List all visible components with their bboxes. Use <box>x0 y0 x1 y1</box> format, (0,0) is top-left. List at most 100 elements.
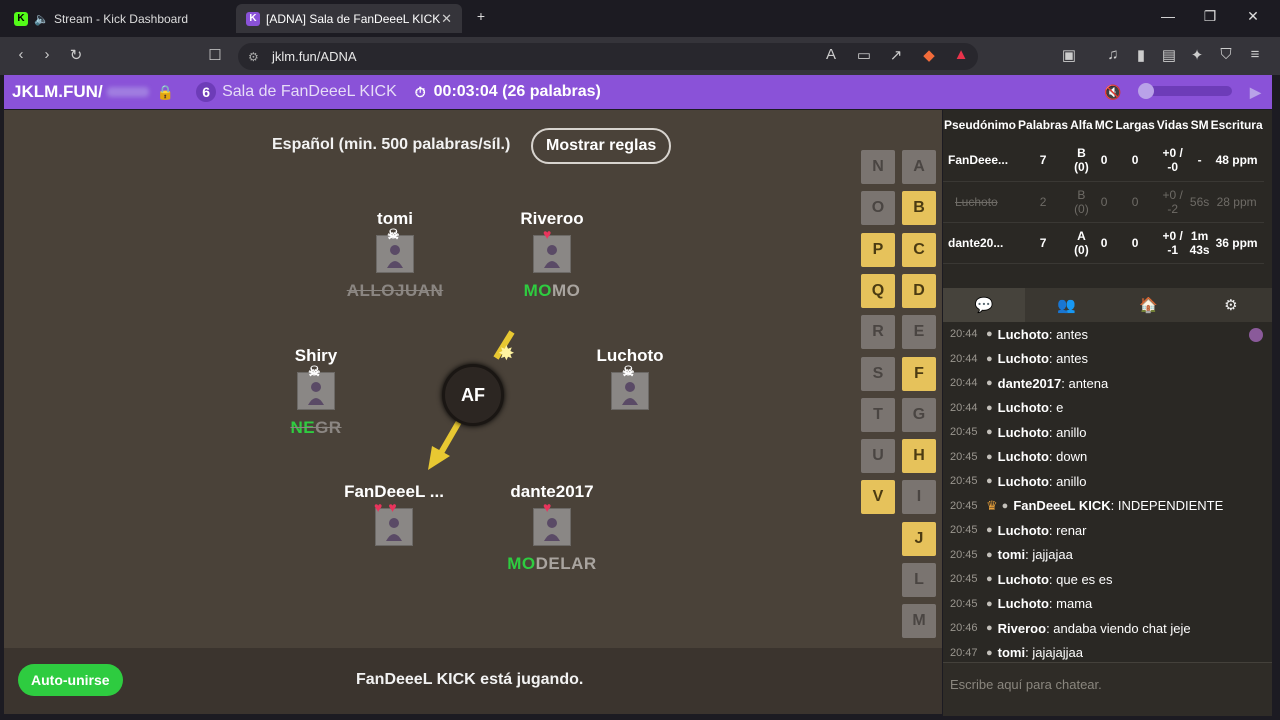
vpn-icon[interactable]: ⛉ <box>1215 46 1237 63</box>
site-link[interactable]: JKLM.FUN/ <box>12 82 103 102</box>
restore-button[interactable]: ❐ <box>1195 8 1225 25</box>
tab-title: Stream - Kick Dashboard <box>53 11 189 26</box>
timer-icon: ⏱ <box>414 83 426 100</box>
col-header: Pseudónimo <box>943 110 1018 140</box>
letter-q: Q <box>861 273 895 308</box>
sidebar-toggle-icon[interactable]: ▣ <box>1058 46 1080 64</box>
chat-username[interactable]: Luchoto <box>998 351 1049 366</box>
chat-tab-icon[interactable]: 💬 <box>943 288 1026 322</box>
letter-r: R <box>861 315 895 350</box>
panel-icon[interactable]: ▮ <box>1130 46 1152 64</box>
extensions-icon[interactable]: ✦ <box>1186 46 1208 64</box>
wallet-icon[interactable]: ▤ <box>1158 46 1180 64</box>
chat-username[interactable]: Luchoto <box>998 474 1049 489</box>
crown-icon: ♛ <box>986 497 998 513</box>
user-icon: ● <box>986 401 993 414</box>
chat-username[interactable]: tomi <box>998 645 1025 660</box>
mute-icon[interactable]: 🔇 <box>1104 84 1121 101</box>
close-tab-icon[interactable]: ✕ <box>441 11 452 27</box>
col-header: Palabras <box>1017 110 1070 140</box>
skull-icon: ☠ <box>622 363 635 379</box>
avatar: ♥ <box>533 499 571 546</box>
chat-time: 20:46 <box>950 622 978 635</box>
letter-f: F <box>902 356 936 391</box>
user-icon: ● <box>986 622 993 635</box>
avatar: ☠ <box>611 363 649 410</box>
skull-icon: ☠ <box>387 226 400 242</box>
letter-c: C <box>902 232 936 267</box>
new-tab-button[interactable]: + <box>466 8 496 24</box>
spark-icon: ✸ <box>498 343 515 365</box>
bookmark-icon[interactable]: ☐ <box>204 46 226 64</box>
chat-username[interactable]: tomi <box>998 547 1025 562</box>
player-word: ALLOJUAN <box>346 281 444 300</box>
share-icon[interactable]: ↗ <box>885 46 907 64</box>
chat-username[interactable]: Luchoto <box>998 327 1049 342</box>
volume-slider[interactable] <box>1138 83 1232 99</box>
players-tab-icon[interactable]: 👥 <box>1025 288 1107 322</box>
chat-message: 20:45 ♛ ● FanDeeeL KICK: INDEPENDIENTE <box>943 494 1263 519</box>
player-name: dante2017 <box>510 482 594 501</box>
col-header: Escritura <box>1209 110 1264 140</box>
letter-u: U <box>861 439 895 474</box>
letter-n: N <box>861 150 895 184</box>
collapse-sidebar-icon[interactable]: ▶ <box>1250 84 1261 101</box>
chat-message: 20:45 ● Luchoto: down <box>943 445 1263 470</box>
brave-shield-icon[interactable]: ◆ <box>918 46 940 64</box>
avatar: ♥ <box>533 226 571 273</box>
chat-username[interactable]: FanDeeeL KICK <box>1013 498 1110 513</box>
room-tab-icon[interactable]: 🏠 <box>1108 288 1190 322</box>
chat-message: 20:45 ● Luchoto: anillo <box>943 420 1263 445</box>
letter-b: B <box>902 191 936 226</box>
chat-message: 20:44 ● dante2017: antena <box>943 371 1263 396</box>
settings-tab-icon[interactable]: ⚙ <box>1190 288 1272 322</box>
chat-username[interactable]: Luchoto <box>998 400 1049 415</box>
music-icon[interactable]: ♫ <box>1102 46 1124 63</box>
chat-username[interactable]: Luchoto <box>998 449 1049 464</box>
chat-text: : INDEPENDIENTE <box>1110 498 1224 514</box>
avatar: ♥♥ <box>374 499 413 546</box>
chat-time: 20:44 <box>950 377 978 390</box>
chat-time: 20:45 <box>950 450 978 463</box>
chat-username[interactable]: Luchoto <box>998 572 1049 587</box>
menu-icon[interactable]: ≡ <box>1244 46 1266 63</box>
minimize-button[interactable]: — <box>1153 8 1183 24</box>
heart-icon: ♥ <box>543 226 552 242</box>
letter-h: H <box>902 439 936 474</box>
chat-username[interactable]: Luchoto <box>998 596 1049 611</box>
auto-join-button[interactable]: Auto-unirse <box>18 664 123 696</box>
chat-text: : down <box>1048 449 1088 465</box>
chat-time: 20:44 <box>950 328 978 341</box>
cast-icon[interactable]: ▭ <box>853 46 875 64</box>
chat-username[interactable]: Luchoto <box>998 523 1049 538</box>
lock-icon[interactable]: 🔒 <box>157 84 174 101</box>
forward-icon[interactable]: › <box>36 46 58 63</box>
chat-text: : jajajajjaa <box>1025 645 1083 661</box>
room-name: Sala de FanDeeeL KICK <box>222 83 397 100</box>
close-window-button[interactable]: ✕ <box>1238 8 1268 25</box>
table-row: Luchoto 2 B (0) 0 0 +0 / -2 56s 28 ppm <box>943 181 1264 223</box>
chat-badge-icon <box>1249 328 1263 342</box>
chat-input[interactable]: Escribe aquí para chatear. <box>943 662 1272 716</box>
show-rules-button[interactable]: Mostrar reglas <box>531 128 672 164</box>
chat-username[interactable]: Riveroo <box>998 621 1046 636</box>
bomb-syllable: AF <box>442 364 504 426</box>
player-word: NEGR <box>290 418 342 437</box>
chat-text: : jajjajaa <box>1025 547 1073 563</box>
chat-message: 20:45 ● tomi: jajjajaa <box>943 543 1263 568</box>
translate-icon[interactable]: A <box>820 46 842 63</box>
chat-username[interactable]: Luchoto <box>998 425 1049 440</box>
site-settings-icon[interactable]: ⚙ <box>248 50 259 64</box>
rewards-icon[interactable]: ▲ <box>950 46 972 63</box>
chat-message: 20:45 ● Luchoto: renar <box>943 518 1263 543</box>
user-icon: ● <box>986 573 993 586</box>
tab-kick-dashboard[interactable]: K 🔈 Stream - Kick Dashboard <box>4 4 232 33</box>
reload-icon[interactable]: ↻ <box>65 46 87 64</box>
user-icon: ● <box>986 426 993 439</box>
user-icon: ● <box>986 377 993 390</box>
chat-username[interactable]: dante2017 <box>998 376 1062 391</box>
tab-jklm[interactable]: K [ADNA] Sala de FanDeeeL KICK ✕ <box>236 4 462 33</box>
jklm-icon: K <box>246 11 260 26</box>
volume-knob[interactable] <box>1138 83 1154 99</box>
back-icon[interactable]: ‹ <box>10 46 32 63</box>
